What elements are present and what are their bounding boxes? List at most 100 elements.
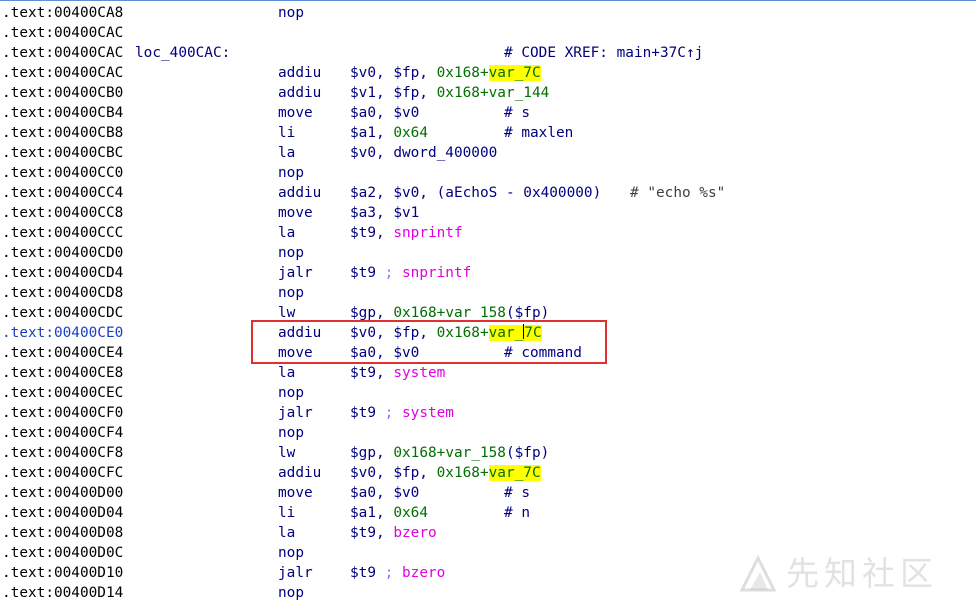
line-address[interactable]: .text:00400CB4	[2, 103, 123, 123]
operands[interactable]: $gp, 0x168+var_158($fp)	[350, 443, 549, 463]
function-name[interactable]: bzero	[393, 525, 436, 541]
operands[interactable]: $t9 ; snprintf	[350, 263, 471, 283]
line-address[interactable]: .text:00400CF4	[2, 423, 123, 443]
disasm-line[interactable]: .text:00400CE8 la $t9, system	[0, 363, 976, 383]
operands[interactable]: $t9, snprintf	[350, 223, 463, 243]
operands[interactable]: $a0, $v0	[350, 103, 419, 123]
mnemonic[interactable]: jalr	[278, 263, 313, 283]
function-name[interactable]: bzero	[393, 565, 445, 581]
mnemonic[interactable]: nop	[278, 3, 304, 23]
mnemonic[interactable]: addiu	[278, 323, 321, 343]
mnemonic[interactable]: nop	[278, 383, 304, 403]
operands[interactable]: $t9 ; bzero	[350, 563, 445, 583]
line-address[interactable]: .text:00400D08	[2, 523, 123, 543]
disasm-line[interactable]: .text:00400CC0 nop	[0, 163, 976, 183]
mnemonic[interactable]: la	[278, 363, 295, 383]
line-address[interactable]: .text:00400CB8	[2, 123, 123, 143]
mnemonic[interactable]: nop	[278, 583, 304, 603]
function-name[interactable]: snprintf	[393, 225, 462, 241]
line-address[interactable]: .text:00400CF0	[2, 403, 123, 423]
line-address[interactable]: .text:00400CC8	[2, 203, 123, 223]
mnemonic[interactable]: nop	[278, 283, 304, 303]
disasm-line[interactable]: .text:00400CB0 addiu $v1, $fp, 0x168+var_1…	[0, 83, 976, 103]
mnemonic[interactable]: jalr	[278, 403, 313, 423]
disasm-line[interactable]: .text:00400D04 li $a1, 0x64 # n	[0, 503, 976, 523]
disasm-line[interactable]: .text:00400CAC loc_400CAC: # CODE XREF: ma…	[0, 43, 976, 63]
disasm-line[interactable]: .text:00400D14 nop	[0, 583, 976, 603]
line-address[interactable]: .text:00400CAC	[2, 63, 123, 83]
disasm-line[interactable]: .text:00400D0C nop	[0, 543, 976, 563]
line-address[interactable]: .text:00400CE8	[2, 363, 123, 383]
stack-variable[interactable]: var_158	[445, 445, 506, 461]
mnemonic[interactable]: move	[278, 103, 313, 123]
disasm-line[interactable]: .text:00400CE4 move $a0, $v0 # command	[0, 343, 976, 363]
mnemonic[interactable]: addiu	[278, 183, 321, 203]
line-address[interactable]: .text:00400CA8	[2, 3, 123, 23]
line-address[interactable]: .text:00400CAC	[2, 43, 123, 63]
line-address[interactable]: .text:00400CEC	[2, 383, 123, 403]
stack-variable[interactable]: var_158	[445, 305, 506, 321]
operands[interactable]: $v0, $fp, 0x168+var_7C	[350, 323, 542, 343]
disasm-line[interactable]: .text:00400CBC la $v0, dword_400000	[0, 143, 976, 163]
operands[interactable]: $a3, $v1	[350, 203, 419, 223]
mnemonic[interactable]: addiu	[278, 463, 321, 483]
operands[interactable]: $a0, $v0	[350, 483, 419, 503]
disasm-line[interactable]: .text:00400D08 la $t9, bzero	[0, 523, 976, 543]
disasm-line[interactable]: .text:00400CA8 nop	[0, 3, 976, 23]
line-address[interactable]: .text:00400D00	[2, 483, 123, 503]
mnemonic[interactable]: nop	[278, 543, 304, 563]
mnemonic[interactable]: nop	[278, 243, 304, 263]
stack-variable[interactable]: var_7C	[488, 324, 542, 341]
stack-variable[interactable]: var_7C	[488, 465, 541, 481]
line-address[interactable]: .text:00400D10	[2, 563, 123, 583]
operands[interactable]: $v0, $fp, 0x168+var_7C	[350, 63, 541, 83]
line-address[interactable]: .text:00400CDC	[2, 303, 123, 323]
operands[interactable]: $t9, bzero	[350, 523, 437, 543]
mnemonic[interactable]: jalr	[278, 563, 313, 583]
mnemonic[interactable]: lw	[278, 443, 295, 463]
disassembly-view[interactable]: .text:00400CA8 nop .text:00400CAC .text:004…	[0, 0, 976, 607]
disasm-line[interactable]: .text:00400CFC addiu $v0, $fp, 0x168+var_7…	[0, 463, 976, 483]
code-label[interactable]: loc_400CAC:	[135, 43, 230, 63]
mnemonic[interactable]: li	[278, 503, 295, 523]
mnemonic[interactable]: nop	[278, 423, 304, 443]
line-address[interactable]: .text:00400CB0	[2, 83, 123, 103]
mnemonic[interactable]: nop	[278, 163, 304, 183]
line-address[interactable]: .text:00400CFC	[2, 463, 123, 483]
mnemonic[interactable]: li	[278, 123, 295, 143]
operands[interactable]: $v1, $fp, 0x168+var_144	[350, 83, 549, 103]
disasm-line[interactable]: .text:00400CE0 addiu $v0, $fp, 0x168+var_7…	[0, 323, 976, 343]
operands[interactable]: $a1, 0x64	[350, 503, 428, 523]
disasm-line[interactable]: .text:00400CB4 move $a0, $v0 # s	[0, 103, 976, 123]
operands[interactable]: $gp, 0x168+var_158($fp)	[350, 303, 549, 323]
operands[interactable]: $v0, $fp, 0x168+var_7C	[350, 463, 541, 483]
operands[interactable]: $v0, dword_400000	[350, 143, 497, 163]
mnemonic[interactable]: addiu	[278, 63, 321, 83]
line-address[interactable]: .text:00400D0C	[2, 543, 123, 563]
mnemonic[interactable]: move	[278, 343, 313, 363]
function-name[interactable]: system	[393, 405, 454, 421]
stack-variable[interactable]: var_144	[489, 85, 550, 101]
line-address[interactable]: .text:00400CD0	[2, 243, 123, 263]
line-address[interactable]: .text:00400CE4	[2, 343, 123, 363]
disasm-line[interactable]: .text:00400CC4 addiu $a2, $v0, (aEchoS - 0…	[0, 183, 976, 203]
disasm-line[interactable]: .text:00400CAC	[0, 23, 976, 43]
disasm-line[interactable]: .text:00400CF0 jalr $t9 ; system	[0, 403, 976, 423]
mnemonic[interactable]: la	[278, 223, 295, 243]
disasm-line[interactable]: .text:00400CEC nop	[0, 383, 976, 403]
function-name[interactable]: system	[393, 365, 445, 381]
line-address[interactable]: .text:00400D04	[2, 503, 123, 523]
mnemonic[interactable]: addiu	[278, 83, 321, 103]
line-address[interactable]: .text:00400CF8	[2, 443, 123, 463]
disasm-line[interactable]: .text:00400CB8 li $a1, 0x64 # maxlen	[0, 123, 976, 143]
line-address[interactable]: .text:00400CCC	[2, 223, 123, 243]
disasm-line[interactable]: .text:00400CF4 nop	[0, 423, 976, 443]
disasm-line[interactable]: .text:00400CD4 jalr $t9 ; snprintf	[0, 263, 976, 283]
stack-variable[interactable]: var_7C	[488, 65, 541, 81]
mnemonic[interactable]: lw	[278, 303, 295, 323]
line-address[interactable]: .text:00400CC0	[2, 163, 123, 183]
disasm-line[interactable]: .text:00400CD8 nop	[0, 283, 976, 303]
line-address[interactable]: .text:00400CD8	[2, 283, 123, 303]
disasm-line[interactable]: .text:00400CDC lw $gp, 0x168+var_158($fp)	[0, 303, 976, 323]
mnemonic[interactable]: move	[278, 483, 313, 503]
